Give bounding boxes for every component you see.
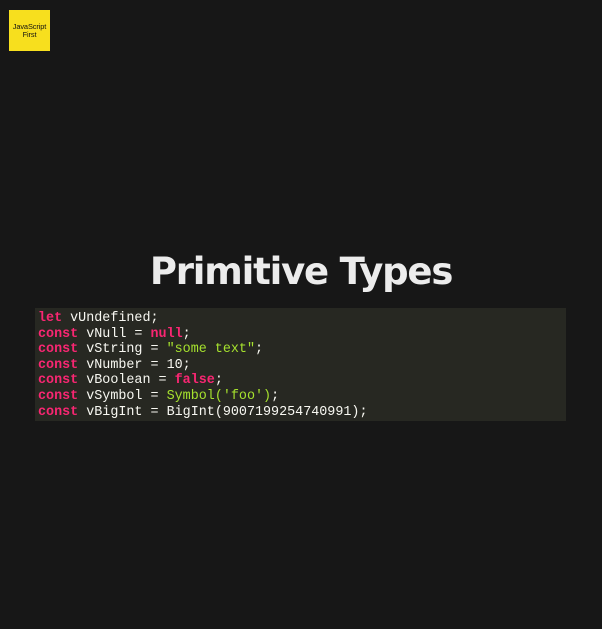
keyword-const: const <box>38 388 79 404</box>
code-line-bigint: const vBigInt = BigInt(9007199254740991)… <box>38 405 566 421</box>
semicolon: ; <box>214 373 223 389</box>
variable-declaration: vString = <box>78 342 167 358</box>
semicolon: ; <box>182 326 191 342</box>
code-line-symbol: const vSymbol = Symbol('foo'); <box>38 389 566 405</box>
code-line-null: const vNull = null; <box>38 327 566 343</box>
code-line-number: const vNumber = 10; <box>38 358 566 374</box>
bigint-function: BigInt <box>166 404 215 420</box>
string-literal: "some text" <box>166 342 255 358</box>
code-text: vUndefined; <box>62 311 159 326</box>
code-block: let vUndefined; const vNull = null; cons… <box>35 308 566 421</box>
keyword-const: const <box>38 357 79 373</box>
variable-declaration: vSymbol = <box>78 388 167 404</box>
code-line-boolean: const vBoolean = false; <box>38 373 566 389</box>
keyword-const: const <box>38 373 79 389</box>
semicolon: ; <box>182 357 191 373</box>
semicolon: ; <box>271 388 280 404</box>
number-literal: 10 <box>166 357 183 373</box>
variable-declaration: vBoolean = <box>78 373 175 389</box>
variable-declaration: vNull = <box>78 326 151 342</box>
keyword-const: const <box>38 342 79 358</box>
bigint-argument: (9007199254740991) <box>214 404 360 420</box>
variable-declaration: vNumber = <box>78 357 167 373</box>
variable-declaration: vBigInt = <box>78 404 167 420</box>
code-line-undefined: let vUndefined; <box>38 311 566 327</box>
semicolon: ; <box>255 342 264 358</box>
page-title: Primitive Types <box>149 250 454 293</box>
boolean-literal: false <box>174 373 215 389</box>
symbol-argument: ('foo') <box>214 388 272 404</box>
javascript-first-logo: JavaScript First <box>9 10 50 51</box>
null-literal: null <box>150 326 183 342</box>
keyword-const: const <box>38 326 79 342</box>
semicolon: ; <box>359 404 368 420</box>
logo-line-2: First <box>22 29 37 39</box>
keyword-let: let <box>38 311 63 326</box>
symbol-function: Symbol <box>166 388 215 404</box>
keyword-const: const <box>38 404 79 420</box>
code-line-string: const vString = "some text"; <box>38 342 566 358</box>
